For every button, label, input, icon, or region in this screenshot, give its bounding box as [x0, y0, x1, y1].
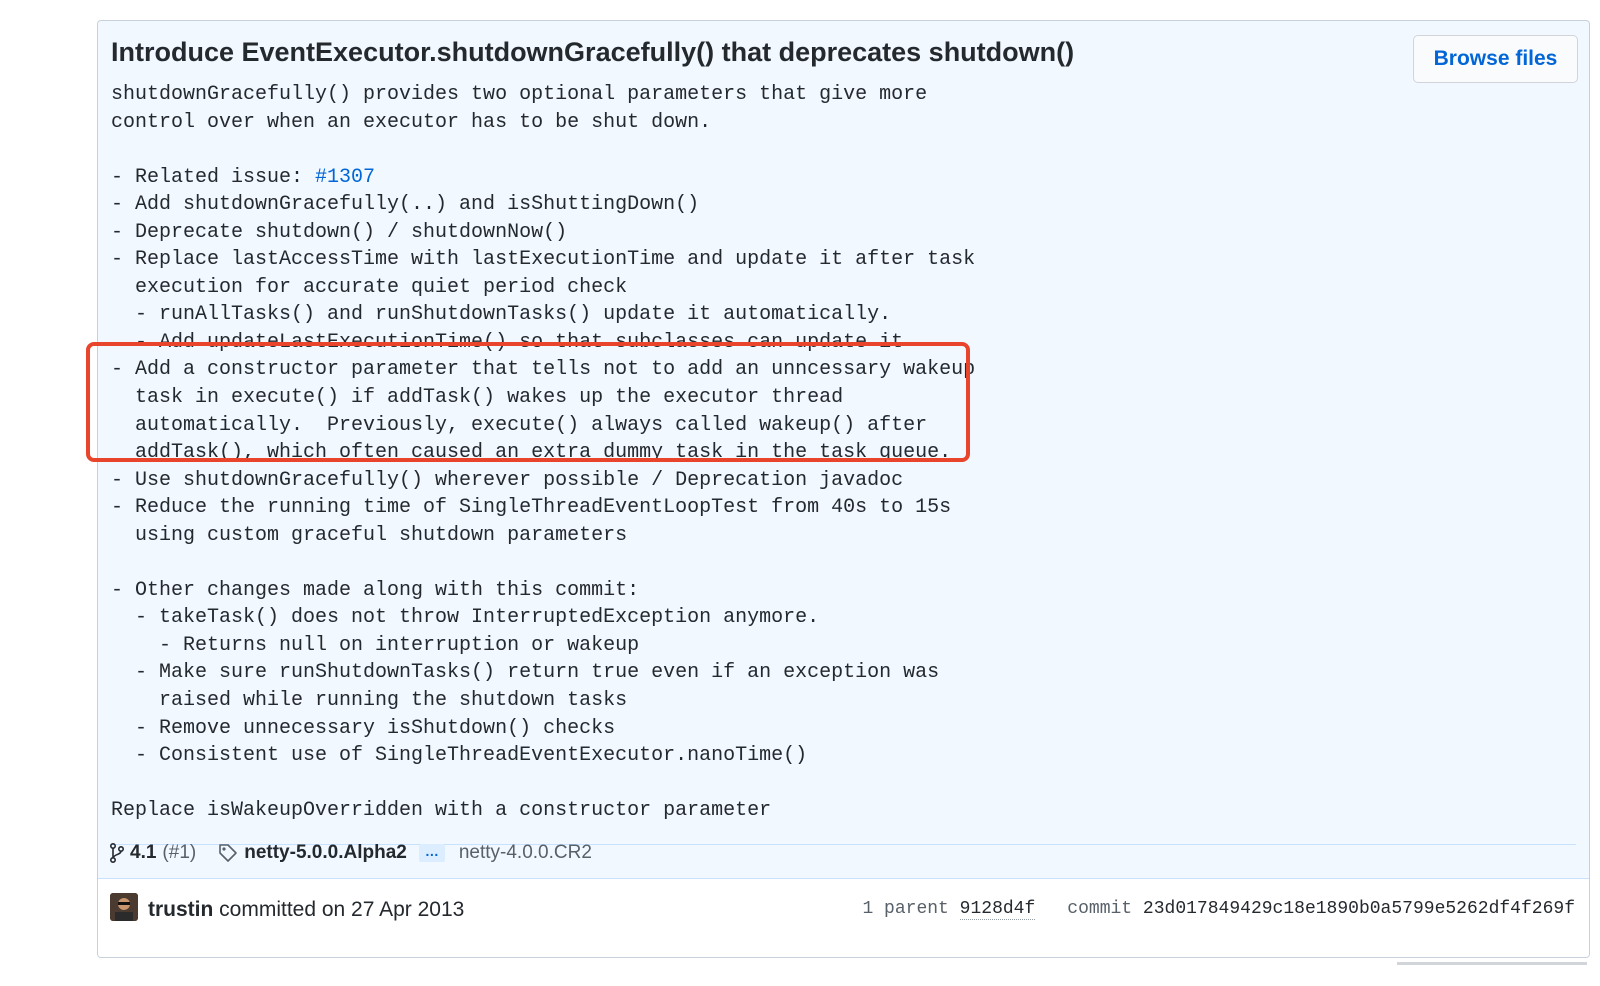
message-line-text: - Consistent use of SingleThreadEventExe… — [111, 744, 808, 768]
message-line: - Remove unnecessary isShutdown() checks — [111, 715, 975, 743]
message-line-text: Replace isWakeupOverridden with a constr… — [111, 799, 772, 823]
message-line-text: - Reduce the running time of SingleThrea… — [111, 496, 952, 520]
message-line: - Returns null on interruption or wakeup — [111, 632, 975, 660]
message-line: - Reduce the running time of SingleThrea… — [111, 494, 975, 522]
message-line: - Add a constructor parameter that tells… — [111, 356, 975, 384]
message-line: addTask(), which often caused an extra d… — [111, 439, 975, 467]
message-line-text: shutdownGracefully() provides two option… — [111, 83, 928, 106]
commit-author: trustin committed on 27 Apr 2013 — [148, 898, 464, 922]
message-line-text: - Returns null on interruption or wakeup — [111, 633, 640, 657]
more-tags-button[interactable]: … — [418, 844, 445, 862]
message-line: execution for accurate quiet period chec… — [111, 274, 975, 302]
message-line: - Replace lastAccessTime with lastExecut… — [111, 246, 975, 274]
git-branch-icon — [110, 843, 124, 863]
message-line-text: using custom graceful shutdown parameter… — [111, 523, 628, 547]
tag-icon — [218, 843, 238, 863]
branch-tag-bar: 4.1 (#1) netty-5.0.0.Alpha2 … netty-4.0.… — [110, 839, 592, 867]
message-line: - takeTask() does not throw InterruptedE… — [111, 604, 975, 632]
commit-title: Introduce EventExecutor.shutdownGraceful… — [111, 37, 1075, 67]
message-line-text: - Add a constructor parameter that tells… — [111, 358, 976, 382]
commit-footer: trustin committed on 27 Apr 2013 1 paren… — [98, 878, 1589, 957]
message-line-text: automatically. Previously, execute() alw… — [111, 413, 928, 437]
message-line: - Add shutdownGracefully(..) and isShutt… — [111, 191, 975, 219]
message-line-text: - Related issue: — [111, 165, 316, 189]
message-line-text: - Replace lastAccessTime with lastExecut… — [111, 248, 976, 272]
user-avatar[interactable] — [110, 893, 138, 921]
message-line: - runAllTasks() and runShutdownTasks() u… — [111, 301, 975, 329]
message-line-text: - Make sure runShutdownTasks() return tr… — [111, 661, 940, 685]
author-name[interactable]: trustin — [148, 898, 213, 921]
message-line: - Add updateLastExecutionTime() so that … — [111, 329, 975, 357]
related-issue-link[interactable]: #1307 — [315, 166, 375, 189]
parent-sha-link[interactable]: 9128d4f — [959, 899, 1036, 920]
commit-card: Introduce EventExecutor.shutdownGraceful… — [97, 20, 1590, 958]
message-line — [111, 770, 975, 798]
message-line: - Consistent use of SingleThreadEventExe… — [111, 742, 975, 770]
bottom-edge-element — [1397, 962, 1587, 986]
commit-message: shutdownGracefully() provides two option… — [111, 81, 975, 825]
message-line: - Use shutdownGracefully() wherever poss… — [111, 467, 975, 495]
message-line — [111, 549, 975, 577]
message-line: Replace isWakeupOverridden with a constr… — [111, 797, 975, 825]
message-line-text: - Deprecate shutdown() / shutdownNow() — [111, 220, 568, 244]
message-line: shutdownGracefully() provides two option… — [111, 81, 975, 109]
message-line-text: addTask(), which often caused an extra d… — [111, 441, 952, 465]
message-line: raised while running the shutdown tasks — [111, 687, 975, 715]
message-line: task in execute() if addTask() wakes up … — [111, 384, 975, 412]
message-line-text: raised while running the shutdown tasks — [111, 689, 628, 713]
message-line-text: - Use shutdownGracefully() wherever poss… — [111, 468, 904, 492]
message-line-text: - Add shutdownGracefully(..) and isShutt… — [111, 193, 700, 217]
tag-name-first[interactable]: netty-5.0.0.Alpha2 — [244, 842, 407, 864]
message-line-text: task in execute() if addTask() wakes up … — [111, 386, 844, 410]
message-line: - Deprecate shutdown() / shutdownNow() — [111, 219, 975, 247]
message-line-text: - runAllTasks() and runShutdownTasks() u… — [111, 303, 892, 327]
commit-date: committed on 27 Apr 2013 — [213, 898, 465, 921]
commit-label: commit — [1067, 899, 1133, 919]
commit-sha: 23d017849429c18e1890b0a5799e5262df4f269f — [1142, 899, 1575, 919]
branch-count[interactable]: (#1) — [162, 842, 196, 864]
message-line-text: - Other changes made along with this com… — [111, 578, 640, 602]
parent-label: 1 parent — [862, 899, 949, 919]
message-line-text: - Add updateLastExecutionTime() so that … — [111, 330, 904, 354]
message-line-text: control over when an executor has to be … — [111, 110, 712, 134]
message-line: - Make sure runShutdownTasks() return tr… — [111, 659, 975, 687]
message-line-text: - takeTask() does not throw InterruptedE… — [111, 606, 820, 630]
branch-name[interactable]: 4.1 — [130, 842, 156, 864]
sha-area: 1 parent 9128d4f commit 23d017849429c18e1… — [862, 899, 1575, 920]
message-line: - Other changes made along with this com… — [111, 577, 975, 605]
message-line: - Related issue: #1307 — [111, 164, 975, 192]
message-line: automatically. Previously, execute() alw… — [111, 412, 975, 440]
tag-name-last[interactable]: netty-4.0.0.CR2 — [459, 842, 592, 864]
message-line-text: - Remove unnecessary isShutdown() checks — [111, 716, 616, 740]
message-line-text: execution for accurate quiet period chec… — [111, 275, 628, 299]
browse-files-button[interactable]: Browse files — [1413, 35, 1578, 83]
message-line — [111, 136, 975, 164]
message-line: control over when an executor has to be … — [111, 109, 975, 137]
message-line: using custom graceful shutdown parameter… — [111, 522, 975, 550]
